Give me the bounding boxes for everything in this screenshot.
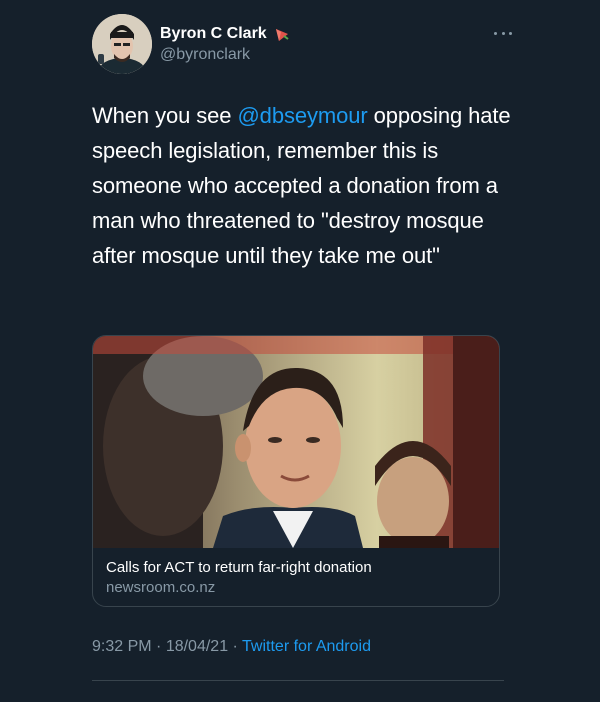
more-options-icon[interactable] xyxy=(494,28,512,38)
link-card-title: Calls for ACT to return far-right donati… xyxy=(106,559,372,576)
user-handle[interactable]: @byronclark xyxy=(160,44,291,66)
tweet-source[interactable]: Twitter for Android xyxy=(242,638,371,655)
link-card-body: Calls for ACT to return far-right donati… xyxy=(106,558,372,598)
tweet-text: When you see @dbseymour opposing hate sp… xyxy=(92,98,522,273)
tweet-meta: 9:32 PM · 18/04/21 · Twitter for Android xyxy=(92,636,371,658)
mention-link[interactable]: @dbseymour xyxy=(237,103,367,128)
user-name-block: Byron C Clark @byronclark xyxy=(160,24,291,66)
link-card-image xyxy=(93,336,499,548)
avatar-photo xyxy=(92,14,152,74)
tweet-time[interactable]: 9:32 PM xyxy=(92,638,152,655)
meta-separator: · xyxy=(228,638,243,655)
link-card[interactable]: Calls for ACT to return far-right donati… xyxy=(92,335,500,607)
tweet-date[interactable]: 18/04/21 xyxy=(166,638,228,655)
rose-icon xyxy=(273,25,291,43)
divider xyxy=(92,680,504,681)
display-name-row: Byron C Clark xyxy=(160,24,291,44)
news-photo xyxy=(93,336,499,548)
tweet-page: Byron C Clark @byronclark When you see @… xyxy=(0,0,600,702)
tweet-text-before: When you see xyxy=(92,103,238,128)
display-name[interactable]: Byron C Clark xyxy=(160,24,267,44)
meta-separator: · xyxy=(151,638,166,655)
link-card-domain: newsroom.co.nz xyxy=(106,579,216,596)
avatar[interactable] xyxy=(92,14,152,74)
tweet-header: Byron C Clark @byronclark xyxy=(92,14,512,78)
